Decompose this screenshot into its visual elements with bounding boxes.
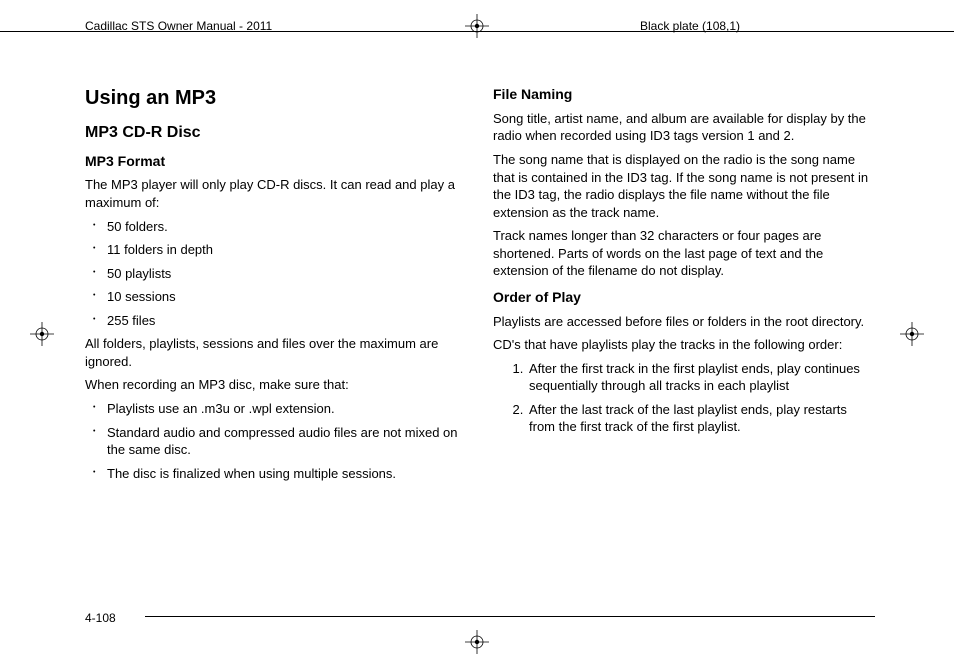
list-item: Playlists use an .m3u or .wpl extension.	[107, 400, 465, 418]
registration-mark-right	[900, 322, 924, 346]
order-p2: CD's that have playlists play the tracks…	[493, 336, 873, 354]
order-p1: Playlists are accessed before files or f…	[493, 313, 873, 331]
list-item: 255 files	[107, 312, 465, 330]
heading-file-naming: File Naming	[493, 85, 873, 104]
heading-order-of-play: Order of Play	[493, 288, 873, 307]
file-naming-p1: Song title, artist name, and album are a…	[493, 110, 873, 145]
left-column: Using an MP3 MP3 CD-R Disc MP3 Format Th…	[85, 80, 465, 488]
list-item: 50 folders.	[107, 218, 465, 236]
file-naming-p2: The song name that is displayed on the r…	[493, 151, 873, 221]
list-item: The disc is finalized when using multipl…	[107, 465, 465, 483]
mp3-format-intro: The MP3 player will only play CD-R discs…	[85, 176, 465, 211]
order-of-play-list: After the first track in the first playl…	[493, 360, 873, 436]
list-item: 11 folders in depth	[107, 241, 465, 259]
list-item: After the last track of the last playlis…	[527, 401, 873, 436]
registration-mark-top	[465, 14, 489, 38]
heading-mp3-cdr-disc: MP3 CD-R Disc	[85, 122, 465, 144]
footer-rule	[145, 616, 875, 617]
two-column-layout: Using an MP3 MP3 CD-R Disc MP3 Format Th…	[85, 80, 875, 488]
registration-mark-bottom	[465, 630, 489, 654]
list-item: After the first track in the first playl…	[527, 360, 873, 395]
file-naming-p3: Track names longer than 32 characters or…	[493, 227, 873, 280]
page-number: 4-108	[85, 610, 116, 626]
page-body: Using an MP3 MP3 CD-R Disc MP3 Format Th…	[85, 80, 875, 608]
heading-mp3-format: MP3 Format	[85, 152, 465, 171]
header-right-text: Black plate (108,1)	[640, 18, 740, 34]
mp3-limits-note: All folders, playlists, sessions and fil…	[85, 335, 465, 370]
right-column: File Naming Song title, artist name, and…	[493, 80, 873, 488]
registration-mark-left	[30, 322, 54, 346]
header-left-text: Cadillac STS Owner Manual - 2011	[85, 18, 272, 34]
recording-list: Playlists use an .m3u or .wpl extension.…	[85, 400, 465, 482]
list-item: 50 playlists	[107, 265, 465, 283]
recording-intro: When recording an MP3 disc, make sure th…	[85, 376, 465, 394]
list-item: 10 sessions	[107, 288, 465, 306]
heading-using-mp3: Using an MP3	[85, 85, 465, 112]
list-item: Standard audio and compressed audio file…	[107, 424, 465, 459]
mp3-limits-list: 50 folders. 11 folders in depth 50 playl…	[85, 218, 465, 330]
